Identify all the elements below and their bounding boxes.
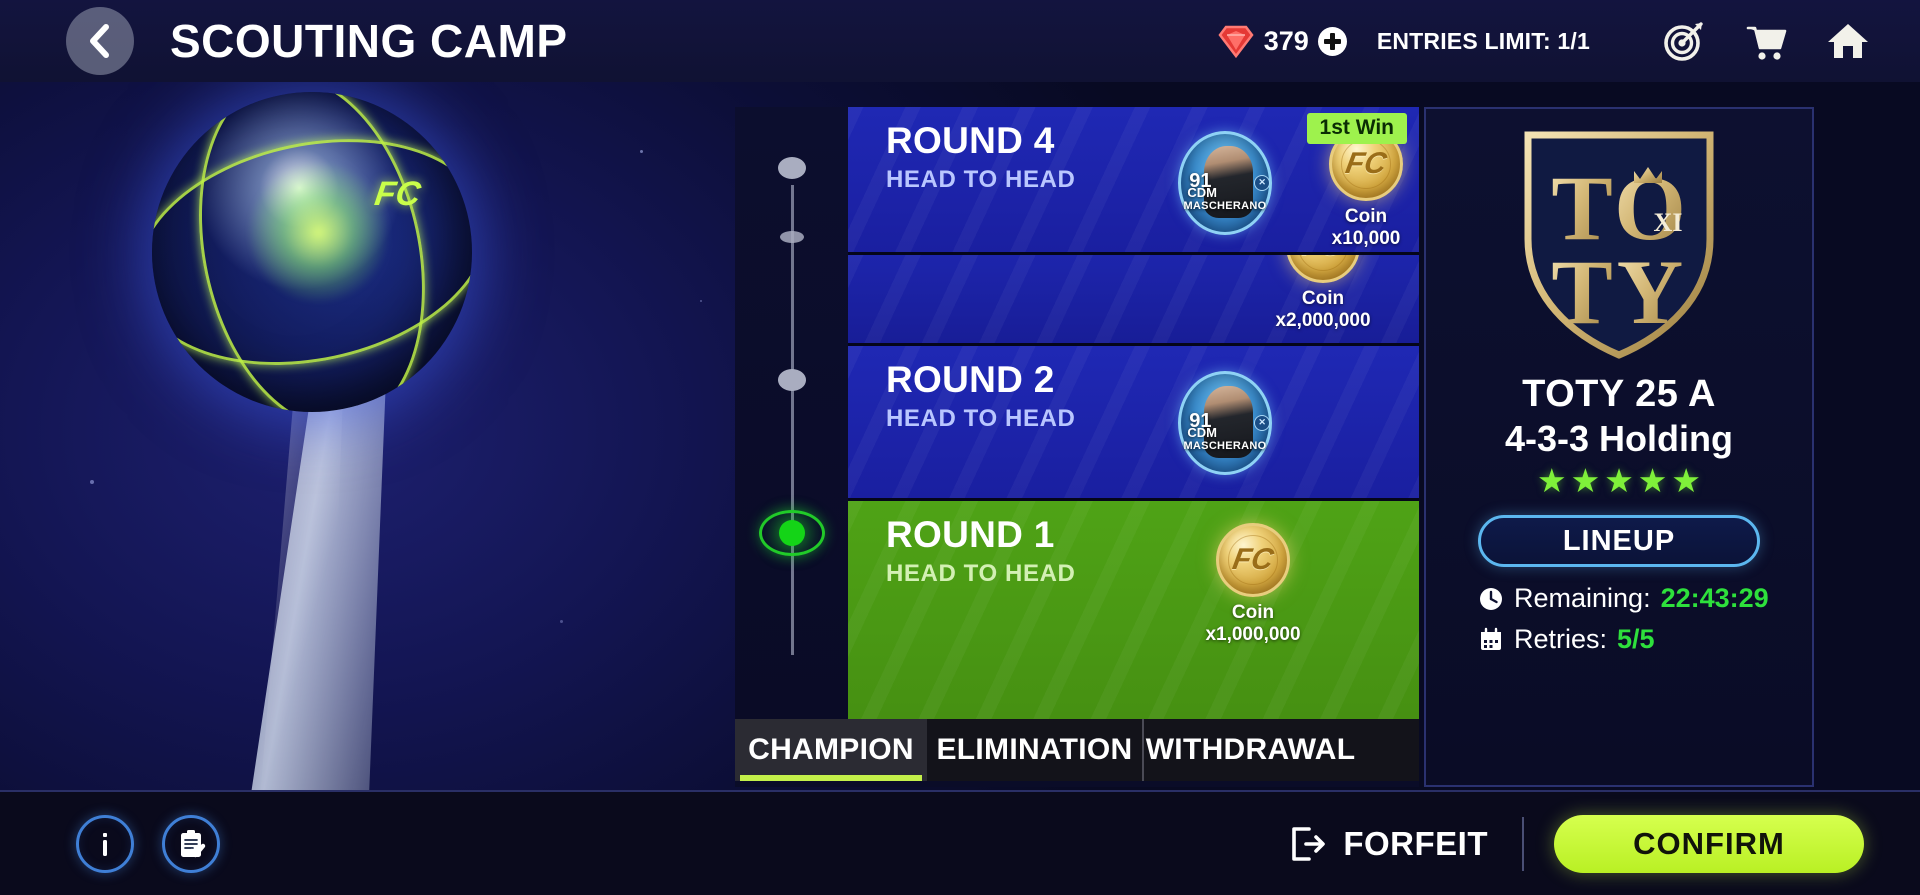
reward-quantity: x10,000	[1331, 227, 1401, 249]
first-win-badge: 1st Win	[1306, 113, 1407, 144]
calendar-icon	[1478, 627, 1504, 653]
round-reward: FC Coin x2,000,000	[1248, 255, 1398, 333]
round-reward: FC Coin x10,000	[1291, 127, 1419, 251]
rounds-list: ROUND 4 HEAD TO HEAD 1st Win 91 CDM MASC…	[848, 107, 1419, 719]
remaining-label: Remaining:	[1514, 583, 1651, 613]
top-header-bar: SCOUTING CAMP 379 ENTRIES LIMIT: 1/1	[0, 0, 1920, 82]
football-graphic: FC	[152, 92, 472, 412]
remaining-time-row: Remaining: 22:43:29	[1478, 583, 1769, 614]
forfeit-button[interactable]: FORFEIT	[1289, 825, 1488, 863]
entries-limit-label: ENTRIES LIMIT: 1/1	[1376, 27, 1590, 54]
bottom-right-actions: FORFEIT CONFIRM	[1289, 814, 1920, 873]
star-icon: ★	[1537, 462, 1567, 499]
round-subtitle: HEAD TO HEAD	[886, 404, 1076, 432]
svg-text:T: T	[1551, 241, 1612, 343]
round-title: ROUND 1	[886, 514, 1055, 555]
action-divider	[1522, 816, 1524, 871]
home-icon[interactable]	[1826, 19, 1870, 63]
player-reward-card[interactable]: 91 CDM MASCHERANO ✕	[1178, 131, 1272, 235]
shop-cart-icon[interactable]	[1744, 19, 1788, 63]
tab-elimination[interactable]: ELIMINATION	[927, 719, 1142, 781]
tab-champion[interactable]: CHAMPION	[735, 719, 927, 781]
back-button[interactable]	[66, 7, 134, 75]
forfeit-label: FORFEIT	[1343, 824, 1488, 862]
tasks-button[interactable]	[162, 814, 220, 873]
retries-value: 5/5	[1617, 624, 1655, 654]
star-icon: ★	[1637, 462, 1668, 499]
bottom-action-bar: FORFEIT CONFIRM	[0, 790, 1920, 895]
tab-withdrawal[interactable]: WITHDRAWAL	[1142, 719, 1357, 781]
add-gems-button[interactable]	[1317, 26, 1347, 56]
star-icon: ★	[1570, 462, 1601, 499]
fc-logo: FC	[372, 175, 424, 214]
info-button[interactable]	[76, 814, 134, 873]
round-card-1[interactable]: ROUND 1 HEAD TO HEAD FC Coin x1,000,000	[848, 501, 1419, 719]
gem-count: 379	[1263, 25, 1309, 56]
header-right-cluster: 379 ENTRIES LIMIT: 1/1	[1216, 0, 1920, 82]
coin-icon: FC	[1286, 255, 1360, 283]
reward-quantity: x1,000,000	[1205, 623, 1301, 645]
star-icon: ★	[1604, 462, 1634, 499]
reward-label: Coin	[1231, 602, 1275, 623]
gem-currency[interactable]: 379	[1216, 23, 1347, 59]
player-name: MASCHERANO	[1183, 200, 1267, 213]
squad-info-panel: T O T Y XI TOTY 25 A 4-3-3 Holding ★ ★ ★…	[1424, 107, 1814, 787]
svg-text:Y: Y	[1617, 241, 1683, 343]
coin-mark: FC	[1300, 255, 1346, 263]
scouting-camp-screen: FC SCOUTING CAMP 379 ENTRIES LIMIT: 1/1	[0, 0, 1920, 895]
progress-node-round-1-current	[778, 520, 805, 546]
player-reward-card[interactable]: 91 CDM MASCHERANO ✕	[1178, 371, 1272, 475]
player-name: MASCHERANO	[1183, 440, 1267, 453]
exit-icon	[1292, 826, 1326, 861]
trophy-ball-artwork: FC	[0, 82, 740, 895]
round-type-tabs: CHAMPION ELIMINATION WITHDRAWAL	[735, 719, 1419, 781]
chemistry-icon: ✕	[1254, 414, 1271, 431]
coin-mark: FC	[1230, 543, 1276, 576]
lineup-button[interactable]: LINEUP	[1478, 515, 1760, 567]
round-card-2[interactable]: ROUND 2 HEAD TO HEAD 91 CDM MASCHERANO ✕	[848, 346, 1419, 501]
gem-icon	[1218, 25, 1254, 59]
toty-crest-icon: T O T Y XI	[1516, 127, 1722, 363]
retries-label: Retries:	[1514, 624, 1608, 654]
retries-row: Retries: 5/5	[1478, 624, 1760, 655]
rounds-panel: ROUND 4 HEAD TO HEAD 1st Win 91 CDM MASC…	[735, 107, 1419, 787]
round-title: ROUND 4	[886, 120, 1055, 161]
round-reward: FC Coin x1,000,000	[1178, 523, 1328, 647]
clock-icon	[1478, 586, 1504, 612]
chemistry-icon: ✕	[1254, 174, 1271, 191]
round-progress-track	[735, 107, 848, 719]
info-icon	[103, 832, 107, 856]
reward-label: Coin	[1301, 288, 1345, 309]
progress-node-round-2	[777, 369, 806, 391]
round-title: ROUND 2	[886, 359, 1055, 400]
player-position: CDM	[1187, 185, 1217, 201]
round-card-3[interactable]: FC Coin x2,000,000	[848, 255, 1419, 346]
club-name: TOTY 25 A	[1522, 373, 1716, 415]
reward-quantity: x2,000,000	[1275, 309, 1371, 331]
remaining-value: 22:43:29	[1660, 583, 1769, 613]
star-icon: ★	[1671, 462, 1701, 499]
coin-icon: FC	[1216, 523, 1290, 597]
progress-node-round-4	[777, 157, 806, 179]
formation-label: 4-3-3 Holding	[1504, 418, 1733, 459]
round-subtitle: HEAD TO HEAD	[886, 559, 1076, 587]
round-card-4[interactable]: ROUND 4 HEAD TO HEAD 1st Win 91 CDM MASC…	[848, 107, 1419, 255]
header-icon-group	[1662, 19, 1870, 63]
confirm-button[interactable]: CONFIRM	[1554, 814, 1864, 873]
objectives-target-icon[interactable]	[1662, 19, 1706, 63]
clipboard-check-icon	[181, 829, 206, 857]
reward-label: Coin	[1344, 206, 1388, 227]
chevron-left-icon	[90, 24, 109, 58]
svg-text:XI: XI	[1654, 208, 1683, 237]
player-position: CDM	[1187, 425, 1217, 441]
coin-mark: FC	[1343, 147, 1389, 180]
round-subtitle: HEAD TO HEAD	[886, 165, 1076, 193]
progress-line	[791, 185, 794, 655]
page-title: SCOUTING CAMP	[170, 15, 568, 67]
squad-star-rating: ★ ★ ★ ★ ★	[1537, 464, 1701, 497]
trophy-plinth-sheen	[253, 312, 344, 872]
progress-node-round-3	[779, 231, 804, 243]
